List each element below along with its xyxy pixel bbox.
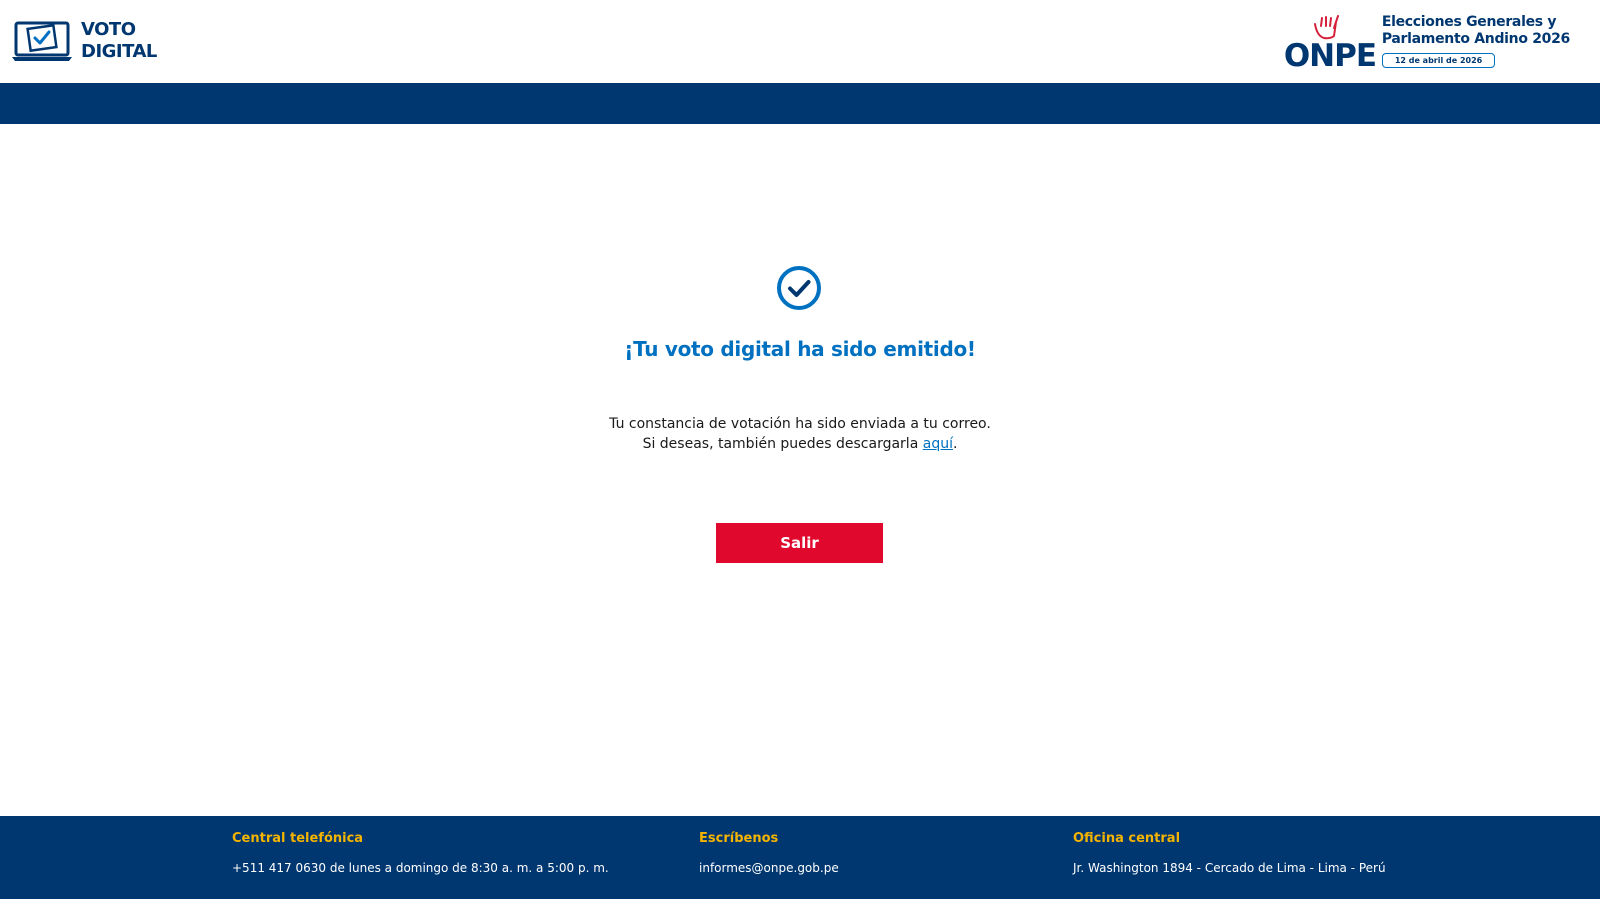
confirmation-panel: ¡Tu voto digital ha sido emitido! Tu con…	[0, 124, 1600, 816]
footer-email-section: Escríbenos informes@onpe.gob.pe	[699, 830, 839, 876]
site-footer: Central telefónica +511 417 0630 de lune…	[0, 816, 1600, 899]
election-info: Elecciones Generales y Parlamento Andino…	[1381, 10, 1570, 68]
footer-phone-section: Central telefónica +511 417 0630 de lune…	[232, 830, 609, 876]
onpe-election-logo: ONPE Elecciones Generales y Parlamento A…	[1284, 10, 1570, 74]
voto-digital-logo[interactable]: VOTO DIGITAL	[11, 18, 157, 64]
election-title-line-2: Parlamento Andino 2026	[1381, 31, 1570, 47]
laptop-ballot-icon	[12, 21, 72, 61]
onpe-logo: ONPE	[1284, 10, 1377, 72]
onpe-wordmark: ONPE	[1283, 38, 1377, 74]
logo-wordmark: VOTO DIGITAL	[81, 19, 157, 63]
download-link[interactable]: aquí	[923, 436, 953, 452]
footer-office-heading: Oficina central	[1073, 831, 1181, 846]
check-circle-icon	[777, 266, 821, 310]
footer-phone-text: +511 417 0630 de lunes a domingo de 8:30…	[232, 861, 609, 875]
election-title: Elecciones Generales y Parlamento Andino…	[1382, 14, 1570, 48]
election-title-line-1: Elecciones Generales y	[1381, 14, 1557, 30]
message-line-2: Si deseas, también puedes descargarla aq…	[0, 434, 1600, 454]
footer-office-section: Oficina central Jr. Washington 1894 - Ce…	[1073, 830, 1386, 876]
footer-email-text[interactable]: informes@onpe.gob.pe	[699, 860, 839, 876]
logo-line-2: DIGITAL	[81, 41, 157, 62]
footer-phone-heading: Central telefónica	[232, 831, 364, 846]
message-line-2-prefix: Si deseas, también puedes descargarla	[642, 436, 923, 452]
election-date-badge: 12 de abril de 2026	[1381, 53, 1496, 68]
message-line-1: Tu constancia de votación ha sido enviad…	[609, 416, 991, 432]
confirmation-title: ¡Tu voto digital ha sido emitido!	[624, 337, 976, 361]
header-band	[0, 83, 1600, 124]
footer-email-heading: Escríbenos	[699, 831, 779, 846]
confirmation-message: Tu constancia de votación ha sido enviad…	[0, 414, 1600, 454]
footer-office-text: Jr. Washington 1894 - Cercado de Lima - …	[1073, 861, 1386, 875]
message-line-2-suffix: .	[952, 436, 958, 452]
exit-button[interactable]: Salir	[716, 523, 883, 563]
logo-line-1: VOTO	[81, 19, 136, 40]
site-header: VOTO DIGITAL ONPE Elecciones Generales y…	[0, 0, 1600, 83]
